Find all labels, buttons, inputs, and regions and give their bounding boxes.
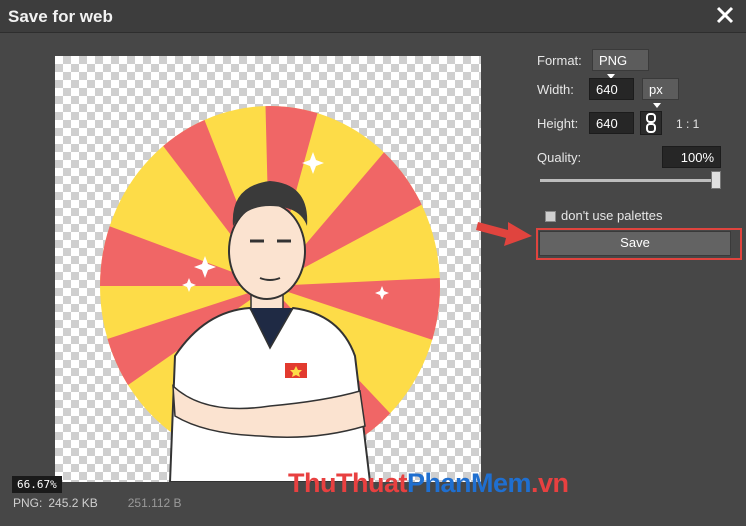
quality-label: Quality: — [537, 150, 582, 165]
image-preview — [55, 56, 481, 482]
quality-slider-track[interactable] — [540, 179, 720, 182]
unit-value: px — [649, 82, 663, 97]
chain-link-icon[interactable] — [640, 111, 662, 135]
save-button[interactable]: Save — [539, 231, 731, 256]
width-label: Width: — [537, 82, 574, 97]
quality-slider-handle[interactable] — [711, 171, 721, 189]
format-value: PNG — [599, 53, 628, 68]
chevron-down-icon — [653, 103, 661, 109]
quality-input[interactable]: 100% — [662, 146, 721, 168]
palette-label: don't use palettes — [561, 208, 663, 223]
height-label: Height: — [537, 116, 579, 131]
width-input[interactable]: 640 — [589, 78, 634, 100]
file-size: 245.2 KB — [48, 496, 98, 510]
format-label: Format: — [537, 53, 582, 68]
unit-select[interactable]: px — [642, 78, 679, 109]
dialog-title: Save for web — [8, 7, 113, 26]
cartoon-portrait-image — [100, 106, 440, 482]
palette-checkbox[interactable] — [545, 211, 556, 222]
file-format-label: PNG: — [13, 496, 43, 510]
close-icon[interactable] — [714, 4, 736, 26]
byte-size: 251.112 B — [127, 496, 182, 510]
zoom-level: 66.67% — [12, 476, 62, 493]
aspect-ratio: 1 : 1 — [676, 117, 700, 131]
watermark-logo: ThuThuatPhanMem.vn — [288, 468, 569, 498]
format-select[interactable]: PNG — [592, 49, 649, 80]
title-bar: Save for web — [0, 0, 746, 33]
file-info: PNG: 245.2 KB 251.112 B — [13, 496, 182, 510]
arrow-icon — [474, 214, 534, 253]
height-input[interactable]: 640 — [589, 112, 634, 134]
